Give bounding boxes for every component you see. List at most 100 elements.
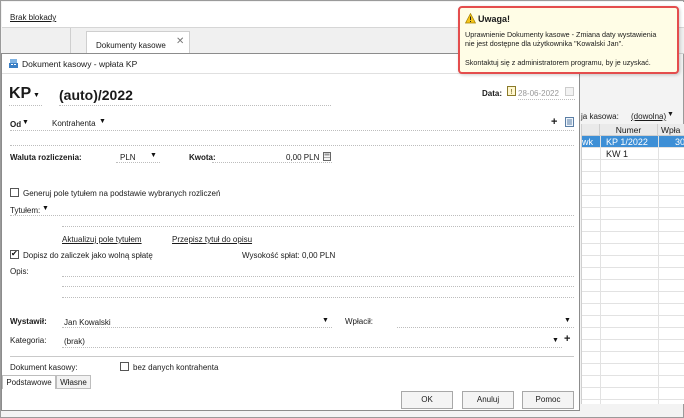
waluta-label: Waluta rozliczenia:	[10, 153, 82, 162]
od-label: Od	[10, 120, 22, 129]
opis-input-line[interactable]	[62, 276, 574, 277]
underline	[518, 99, 575, 100]
wplacil-label: Wpłacił:	[345, 317, 374, 326]
row-numer: KW 1	[606, 149, 629, 159]
tytulem-label: Tytułem:	[10, 206, 41, 215]
chevron-down-icon[interactable]: ▼	[564, 317, 571, 324]
table-col-line	[658, 136, 659, 404]
dopisz-checkbox[interactable]	[10, 249, 19, 259]
aktualizuj-link[interactable]: Aktualizuj pole tytułem	[62, 235, 142, 244]
popup-message-line: nie jest dostępne dla użytkownika "Kowal…	[465, 39, 624, 48]
bottom-tabs: Podstawowe Własne	[2, 375, 579, 389]
kontrahenta-select[interactable]: Kontrahenta	[52, 119, 96, 128]
filter-dropdown[interactable]: (dowolna)	[631, 112, 666, 121]
cancel-button[interactable]: Anuluj	[462, 391, 514, 409]
chevron-down-icon[interactable]: ▼	[150, 152, 157, 159]
table-row[interactable]: KW 1	[582, 148, 684, 160]
waluta-select[interactable]: PLN	[120, 153, 136, 162]
tytulem-input-line[interactable]	[10, 215, 574, 216]
table-header-spacer	[582, 124, 600, 136]
chevron-down-icon[interactable]: ▼	[552, 337, 559, 344]
table-row	[582, 388, 684, 400]
calculator-icon[interactable]	[323, 152, 331, 161]
add-icon[interactable]: +	[551, 116, 557, 128]
table-row	[582, 364, 684, 376]
lock-icon: !	[507, 86, 516, 96]
date-field[interactable]: 28-06-2022	[518, 89, 559, 98]
table-row	[582, 316, 684, 328]
underline	[10, 130, 574, 131]
tab-podstawowe[interactable]: Podstawowe	[2, 375, 56, 389]
chevron-down-icon[interactable]: ▼	[99, 118, 106, 125]
tab-wlasne[interactable]: Własne	[56, 375, 91, 389]
table-header-wplata[interactable]: Wpła	[658, 124, 684, 136]
table-row	[582, 256, 684, 268]
table-row	[582, 280, 684, 292]
add-icon[interactable]: +	[564, 333, 570, 345]
chevron-down-icon[interactable]: ▼	[322, 317, 329, 324]
table-row	[582, 196, 684, 208]
chevron-down-icon[interactable]: ▼	[42, 205, 49, 212]
generuj-checkbox[interactable]	[10, 188, 19, 197]
table-row	[582, 184, 684, 196]
opis-input-line[interactable]	[62, 297, 574, 298]
wysokosc-splat: Wysokość spłat: 0,00 PLN	[242, 251, 336, 260]
cash-document-dialog: Dokument kasowy - wpłata KP KP ▼ (auto)/…	[1, 53, 580, 411]
table-row	[582, 208, 684, 220]
warning-icon	[465, 13, 476, 24]
list-icon[interactable]	[565, 117, 574, 127]
underline	[10, 145, 574, 146]
opis-label: Opis:	[10, 267, 29, 276]
underline	[62, 347, 562, 348]
table-row	[582, 340, 684, 352]
lock-status-link[interactable]: Brak blokady	[10, 13, 56, 22]
wystawil-label: Wystawił:	[10, 317, 47, 326]
przepisz-link[interactable]: Przepisz tytuł do opisu	[172, 235, 252, 244]
chevron-down-icon[interactable]: ▼	[22, 119, 29, 126]
generuj-label: Generuj pole tytułem na podstawie wybran…	[23, 189, 221, 198]
kwota-label: Kwota:	[189, 153, 216, 162]
close-icon[interactable]: ✕	[176, 36, 184, 47]
table-header-numer[interactable]: Numer	[600, 124, 658, 136]
table-row[interactable]: wk KP 1/2022 30	[582, 136, 684, 148]
ok-button[interactable]: OK	[401, 391, 453, 409]
chevron-down-icon[interactable]: ▼	[667, 111, 674, 118]
underline	[212, 162, 332, 163]
wplacil-select[interactable]	[397, 327, 574, 328]
underline	[62, 327, 332, 328]
underline	[9, 105, 42, 106]
row-numer: KP 1/2022	[606, 137, 648, 147]
chevron-down-icon[interactable]: ▼	[33, 92, 40, 99]
wystawil-select[interactable]: Jan Kowalski	[64, 318, 111, 327]
table-row	[582, 220, 684, 232]
filter-label: ja kasowa:	[581, 112, 619, 121]
table-col-line	[600, 136, 601, 404]
kwota-input[interactable]: 0,00 PLN	[286, 153, 319, 162]
table-row	[582, 268, 684, 280]
row-wplata: 30	[675, 137, 684, 147]
tytulem-input-line[interactable]	[62, 226, 574, 227]
row-prefix: wk	[582, 137, 593, 147]
underline	[116, 162, 160, 163]
table-row	[582, 160, 684, 172]
help-button[interactable]: Pomoc	[522, 391, 574, 409]
popup-message-line: Skontaktuj się z administratorem program…	[465, 58, 651, 67]
tab-dokumenty-kasowe[interactable]: Dokumenty kasowe ✕	[86, 31, 190, 54]
dialog-title: Dokument kasowy - wpłata KP	[22, 59, 138, 69]
documents-table: Numer Wpła wk KP 1/2022 30 KW 1	[581, 124, 684, 404]
cash-register-icon	[9, 59, 18, 68]
dopisz-label: Dopisz do zaliczek jako wolną spłatę	[23, 251, 153, 260]
svg-text:!: !	[511, 89, 513, 96]
kategoria-select[interactable]: (brak)	[64, 337, 85, 346]
popup-title: Uwaga!	[478, 14, 511, 24]
table-row	[582, 376, 684, 388]
table-row	[582, 292, 684, 304]
warning-popup: Uwaga! Uprawnienie Dokumenty kasowe - Zm…	[458, 6, 679, 74]
popup-message-line: Uprawnienie Dokumenty kasowe - Zmiana da…	[465, 30, 657, 39]
divider	[10, 356, 574, 357]
table-row	[582, 244, 684, 256]
bez-danych-checkbox[interactable]	[120, 362, 129, 371]
opis-input-line[interactable]	[62, 286, 574, 287]
doc-type-select[interactable]: KP	[9, 85, 31, 103]
calendar-icon[interactable]	[565, 87, 574, 96]
